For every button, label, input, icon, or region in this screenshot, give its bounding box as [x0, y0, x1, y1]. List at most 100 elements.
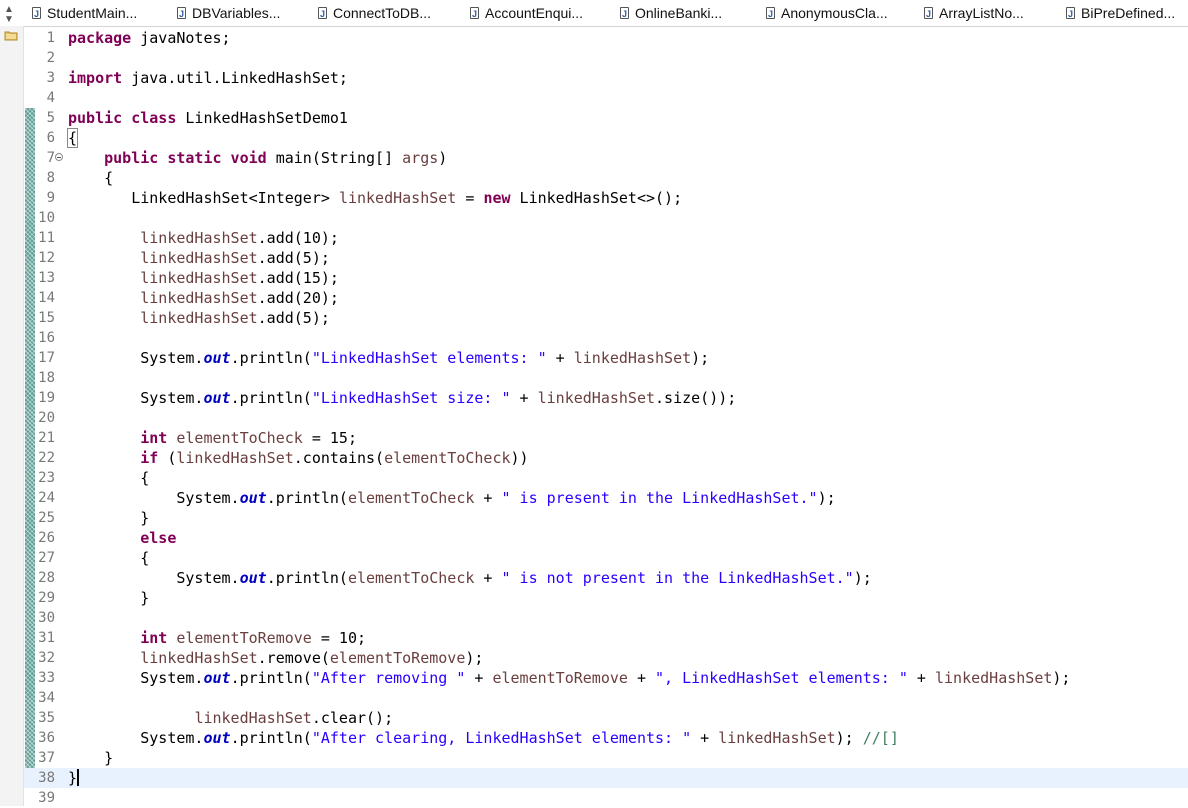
editor-tab[interactable]: BiPreDefined... — [1066, 4, 1175, 23]
code-line[interactable]: 16 — [24, 328, 1188, 348]
java-file-icon — [32, 5, 41, 23]
code-token: ); — [853, 569, 872, 587]
code-line[interactable]: 39 — [24, 788, 1188, 808]
code-line[interactable]: 24 System.out.println(elementToCheck + "… — [24, 488, 1188, 508]
string-token: "LinkedHashSet size: " — [311, 389, 511, 407]
editor-tab[interactable]: ConnectToDB... — [318, 4, 431, 23]
code-line[interactable]: 1 package javaNotes; — [24, 28, 1188, 48]
code-line[interactable]: 35 linkedHashSet.clear(); — [24, 708, 1188, 728]
java-file-icon — [1066, 5, 1075, 23]
line-number: 4 — [46, 90, 55, 106]
variable-token: elementToCheck — [347, 489, 475, 507]
code-line[interactable]: 6{ — [24, 128, 1188, 148]
code-line[interactable]: 18 — [24, 368, 1188, 388]
code-line[interactable]: 27 { — [24, 548, 1188, 568]
code-line[interactable]: 22 if (linkedHashSet.contains(elementToC… — [24, 448, 1188, 468]
tab-list-menu-icon[interactable]: ▲ ▼ — [4, 5, 14, 25]
code-line[interactable]: 10 — [24, 208, 1188, 228]
code-line[interactable]: 29 } — [24, 588, 1188, 608]
code-line[interactable]: 12 linkedHashSet.add(5); — [24, 248, 1188, 268]
code-line[interactable]: 23 { — [24, 468, 1188, 488]
code-line[interactable]: 28 System.out.println(elementToCheck + "… — [24, 568, 1188, 588]
line-number: 22 — [38, 450, 55, 466]
code-text: int elementToCheck = 15; — [68, 428, 357, 448]
string-token: " is not present in the LinkedHashSet." — [501, 569, 854, 587]
code-line[interactable]: 30 — [24, 608, 1188, 628]
code-token: + — [627, 669, 656, 687]
code-token: .add(20); — [257, 289, 339, 307]
code-line[interactable]: 3 import java.util.LinkedHashSet; — [24, 68, 1188, 88]
code-text: } — [68, 748, 113, 768]
line-number: 5 — [46, 110, 55, 126]
code-token: + — [546, 349, 574, 367]
code-token: + — [691, 729, 719, 747]
code-token: java.util.LinkedHashSet; — [122, 69, 348, 87]
code-line[interactable]: 20 — [24, 408, 1188, 428]
code-text: { — [68, 548, 149, 568]
variable-token: elementToRemove — [492, 669, 628, 687]
code-text: linkedHashSet.clear(); — [68, 708, 393, 728]
code-line[interactable]: 31 int elementToRemove = 10; — [24, 628, 1188, 648]
code-line[interactable]: 14 linkedHashSet.add(20); — [24, 288, 1188, 308]
editor-tab-label: OnlineBanki... — [635, 5, 723, 21]
code-token: ); — [691, 349, 710, 367]
line-number: 19 — [38, 390, 55, 406]
code-line[interactable]: 15 linkedHashSet.add(5); — [24, 308, 1188, 328]
code-token: ); — [465, 649, 484, 667]
code-text: if (linkedHashSet.contains(elementToChec… — [68, 448, 528, 468]
code-text: System.out.println("LinkedHashSet elemen… — [68, 348, 709, 368]
java-code-editor[interactable]: 1 package javaNotes; 2 3 import java.util.Li… — [24, 26, 1188, 806]
code-line[interactable]: 13 linkedHashSet.add(15); — [24, 268, 1188, 288]
code-text: } — [68, 588, 149, 608]
keyword-token: if — [140, 449, 159, 467]
code-line[interactable]: 34 — [24, 688, 1188, 708]
editor-tab[interactable]: AnonymousCla... — [766, 4, 888, 23]
code-line[interactable]: 32 linkedHashSet.remove(elementToRemove)… — [24, 648, 1188, 668]
collapse-fold-icon[interactable] — [55, 153, 63, 161]
line-number: 21 — [38, 430, 55, 446]
code-line[interactable]: 33 System.out.println("After removing " … — [24, 668, 1188, 688]
code-token: .add(5); — [257, 249, 330, 267]
code-line[interactable]: 9 LinkedHashSet<Integer> linkedHashSet =… — [24, 188, 1188, 208]
package-explorer-icon[interactable] — [4, 29, 18, 41]
code-token: } — [68, 769, 78, 787]
code-line[interactable]: 19 System.out.println("LinkedHashSet siz… — [24, 388, 1188, 408]
line-number: 32 — [38, 650, 55, 666]
code-line[interactable]: 7 public static void main(String[] args) — [24, 148, 1188, 168]
code-line[interactable]: 17 System.out.println("LinkedHashSet ele… — [24, 348, 1188, 368]
line-number: 12 — [38, 250, 55, 266]
editor-tab[interactable]: OnlineBanki... — [620, 4, 723, 23]
code-line[interactable]: 2 — [24, 48, 1188, 68]
line-number: 7 — [46, 150, 55, 166]
line-number: 29 — [38, 590, 55, 606]
code-line[interactable]: 37 } — [24, 748, 1188, 768]
code-token: .println( — [230, 669, 312, 687]
code-token: LinkedHashSetDemo1 — [176, 109, 348, 127]
code-token: { — [68, 169, 114, 187]
code-token: + — [474, 569, 502, 587]
code-line[interactable]: 11 linkedHashSet.add(10); — [24, 228, 1188, 248]
code-line[interactable]: 21 int elementToCheck = 15; — [24, 428, 1188, 448]
variable-token: linkedHashSet — [718, 729, 836, 747]
editor-tab[interactable]: ArrayListNo... — [924, 4, 1024, 23]
code-line[interactable]: 36 System.out.println("After clearing, L… — [24, 728, 1188, 748]
code-token: .println( — [266, 569, 348, 587]
code-line[interactable]: 8 { — [24, 168, 1188, 188]
editor-tab[interactable]: StudentMain... — [32, 4, 137, 23]
code-line[interactable]: 26 else — [24, 528, 1188, 548]
code-line[interactable]: 4 — [24, 88, 1188, 108]
code-line[interactable]: 25 } — [24, 508, 1188, 528]
java-file-icon — [924, 5, 933, 23]
editor-tab[interactable]: AccountEnqui... — [470, 4, 583, 23]
code-text: int elementToRemove = 10; — [68, 628, 366, 648]
keyword-token: new — [483, 189, 511, 207]
code-text: System.out.println(elementToCheck + " is… — [68, 568, 872, 588]
code-token: System. — [68, 729, 204, 747]
comment-token: //[] — [862, 729, 899, 747]
code-line[interactable]: 38} — [24, 768, 1188, 788]
editor-tab[interactable]: DBVariables... — [177, 4, 280, 23]
line-number: 15 — [38, 310, 55, 326]
code-line[interactable]: 5 public class LinkedHashSetDemo1 — [24, 108, 1188, 128]
